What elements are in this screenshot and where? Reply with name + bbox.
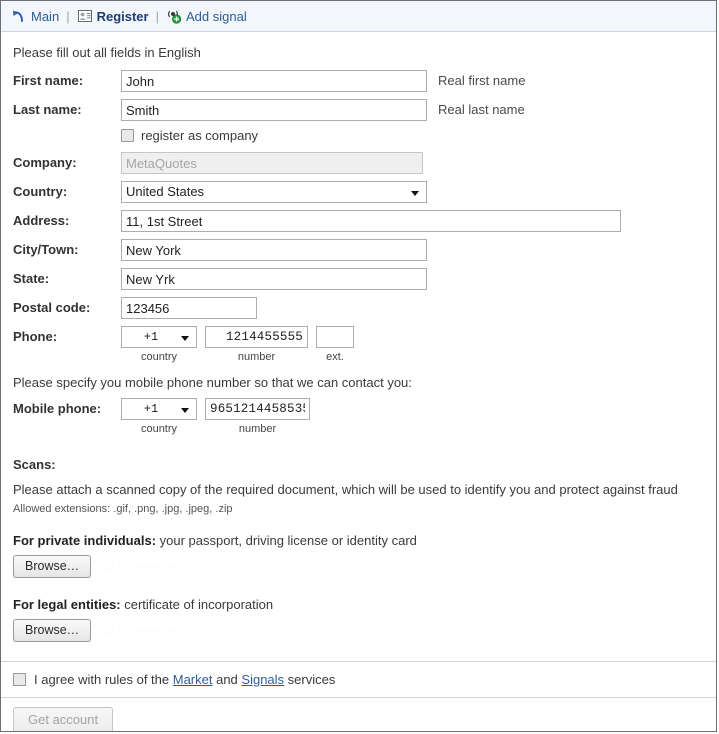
toolbar-main-label: Main — [31, 8, 60, 24]
last-name-hint: Real last name — [438, 102, 525, 117]
registration-window: Main | Register | Add signal Please fill… — [0, 0, 717, 732]
phone-country-cell: +1 country — [121, 326, 197, 363]
company-label: Company: — [13, 155, 77, 170]
postal-code-label: Postal code: — [13, 300, 91, 315]
footer: Get account — [1, 697, 716, 731]
city-label: City/Town: — [13, 242, 79, 257]
row-first-name: First name: Real first name — [13, 70, 716, 93]
registration-form: First name: Real first name Last name: R… — [1, 60, 716, 642]
back-arrow-icon — [11, 8, 27, 24]
browse-legal-button[interactable]: Browse… — [13, 619, 92, 642]
form-content: Please fill out all fields in English Fi… — [1, 32, 716, 731]
intro-text: Please fill out all fields in English — [13, 45, 201, 60]
first-name-input[interactable] — [121, 70, 427, 92]
market-link[interactable]: Market — [173, 672, 213, 687]
phone-group: +1 country number ext. — [121, 326, 362, 363]
state-label: State: — [13, 271, 50, 286]
postal-code-input[interactable] — [121, 297, 257, 319]
mobile-country-select[interactable]: +1 — [121, 398, 197, 420]
toolbar-item-register[interactable]: Register — [77, 6, 149, 26]
address-input[interactable] — [121, 210, 621, 232]
phone-number-cell: number — [205, 326, 308, 363]
legal-file-status: No file selected — [99, 623, 182, 638]
row-phone: Phone: +1 country number — [13, 326, 716, 363]
legal-entities-heading: For legal entities: certificate of incor… — [13, 597, 716, 612]
mobile-number-cell: number — [205, 398, 310, 435]
mobile-country-sublabel: country — [140, 423, 178, 435]
row-address: Address: — [13, 210, 716, 233]
chevron-down-icon — [181, 336, 189, 341]
id-card-icon — [77, 8, 93, 24]
last-name-label: Last name: — [13, 102, 82, 117]
agreement-suffix: services — [284, 672, 336, 687]
phone-ext-input[interactable] — [316, 326, 354, 348]
legal-entities-bold: For legal entities: — [13, 597, 121, 612]
first-name-hint: Real first name — [438, 73, 526, 88]
toolbar: Main | Register | Add signal — [1, 1, 716, 32]
mobile-country-cell: +1 country — [121, 398, 197, 435]
company-input — [121, 152, 423, 174]
private-individuals-heading: For private individuals: your passport, … — [13, 533, 716, 548]
private-file-row: Browse… No file selected — [13, 555, 716, 578]
phone-label: Phone: — [13, 329, 58, 344]
last-name-input[interactable] — [121, 99, 427, 121]
mobile-number-input[interactable] — [205, 398, 310, 420]
signal-add-icon — [166, 8, 182, 24]
toolbar-register-label: Register — [96, 8, 149, 24]
mobile-number-sublabel: number — [238, 423, 277, 435]
row-last-name: Last name: Real last name — [13, 99, 716, 122]
toolbar-item-add-signal[interactable]: Add signal — [166, 6, 247, 26]
phone-number-sublabel: number — [237, 351, 276, 363]
row-mobile-phone: Mobile phone: +1 country number — [13, 398, 716, 435]
phone-number-input[interactable] — [205, 326, 308, 348]
row-company: Company: — [13, 152, 716, 175]
city-input[interactable] — [121, 239, 427, 261]
private-individuals-bold: For private individuals: — [13, 533, 157, 548]
legal-file-row: Browse… No file selected — [13, 619, 716, 642]
scans-allowed-extensions: Allowed extensions: .gif, .png, .jpg, .j… — [13, 503, 233, 515]
row-state: State: — [13, 268, 716, 291]
private-individuals-rest: your passport, driving license or identi… — [156, 533, 417, 548]
agreement-row[interactable]: I agree with rules of the Market and Sig… — [1, 661, 716, 697]
mobile-note: Please specify you mobile phone number s… — [13, 375, 412, 390]
country-selected-value: United States — [126, 184, 205, 199]
mobile-phone-label: Mobile phone: — [13, 401, 102, 416]
chevron-down-icon — [181, 408, 189, 413]
private-file-status: No file selected — [99, 559, 182, 574]
agreement-checkbox[interactable] — [13, 673, 26, 686]
scans-description: Please attach a scanned copy of the requ… — [13, 482, 678, 497]
agreement-prefix: I agree with rules of the — [34, 672, 173, 687]
state-input[interactable] — [121, 268, 427, 290]
row-postal-code: Postal code: — [13, 297, 716, 320]
phone-country-select[interactable]: +1 — [121, 326, 197, 348]
first-name-label: First name: — [13, 73, 84, 88]
toolbar-add-signal-label: Add signal — [186, 8, 247, 24]
mobile-phone-group: +1 country number — [121, 398, 318, 435]
phone-ext-sublabel: ext. — [326, 351, 344, 363]
country-select[interactable]: United States — [121, 181, 427, 203]
phone-country-sublabel: country — [140, 351, 178, 363]
chevron-down-icon — [411, 191, 419, 196]
register-as-company-checkbox[interactable] — [121, 129, 134, 142]
register-as-company-row[interactable]: register as company — [121, 128, 716, 143]
register-as-company-label: register as company — [141, 128, 259, 143]
toolbar-separator-1: | — [66, 8, 70, 24]
row-city: City/Town: — [13, 239, 716, 262]
browse-private-button[interactable]: Browse… — [13, 555, 92, 578]
legal-entities-rest: certificate of incorporation — [120, 597, 274, 612]
toolbar-separator-2: | — [155, 8, 159, 24]
toolbar-item-main[interactable]: Main — [11, 6, 59, 26]
get-account-button[interactable]: Get account — [13, 707, 114, 731]
row-country: Country: United States — [13, 181, 716, 204]
agreement-text: I agree with rules of the Market and Sig… — [34, 672, 335, 687]
country-label: Country: — [13, 184, 68, 199]
signals-link[interactable]: Signals — [241, 672, 284, 687]
agreement-middle: and — [212, 672, 242, 687]
phone-ext-cell: ext. — [316, 326, 354, 363]
scans-title: Scans: — [13, 457, 56, 472]
address-label: Address: — [13, 213, 70, 228]
